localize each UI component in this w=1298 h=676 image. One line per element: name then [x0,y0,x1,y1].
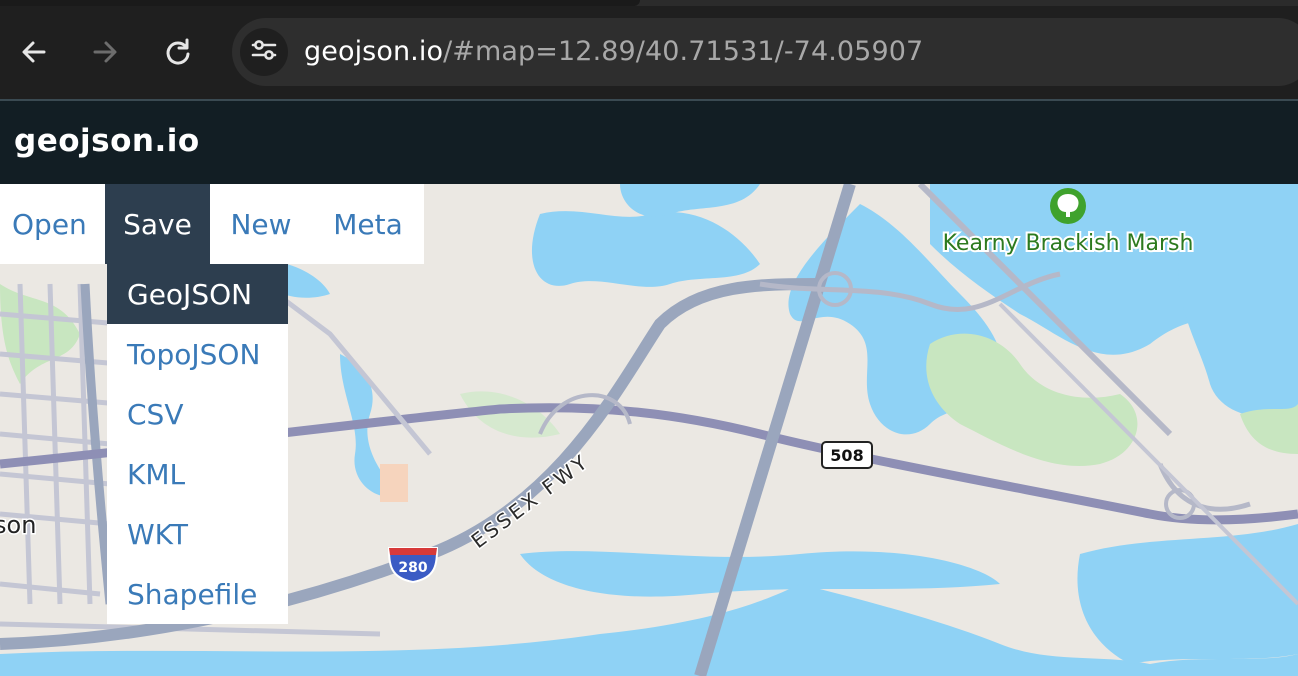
save-option-topojson[interactable]: TopoJSON [107,324,288,384]
app-title: geojson.io [14,123,200,159]
active-tab-edge [0,0,640,6]
route-508-label: 508 [830,446,863,465]
save-option-shapefile[interactable]: Shapefile [107,564,288,624]
tab-strip [0,0,1298,6]
commercial-block [380,464,408,502]
save-option-wkt[interactable]: WKT [107,504,288,564]
menu-save[interactable]: Save [105,184,210,264]
reload-icon [164,38,192,66]
park-label: Kearny Brackish Marsh [943,231,1194,256]
site-info-button[interactable] [240,28,288,76]
back-arrow-icon [20,38,48,66]
city-label: son [0,511,36,539]
save-dropdown: GeoJSON TopoJSON CSV KML WKT Shapefile [107,264,288,624]
interstate-280-label: 280 [398,560,427,576]
forward-arrow-icon [91,38,119,66]
back-button[interactable] [14,32,54,72]
url-path: /#map=12.89/40.71531/-74.05907 [443,36,924,67]
browser-toolbar: geojson.io/#map=12.89/40.71531/-74.05907 [0,0,1298,101]
menu-open[interactable]: Open [0,184,105,264]
interstate-shield-top [389,548,437,555]
menu-new[interactable]: New [210,184,312,264]
tree-icon-trunk [1066,210,1070,217]
save-option-csv[interactable]: CSV [107,384,288,444]
forward-button[interactable] [85,32,125,72]
address-bar[interactable]: geojson.io/#map=12.89/40.71531/-74.05907 [232,18,1298,86]
tree-icon-canopy [1057,194,1079,212]
menu-meta[interactable]: Meta [312,184,424,264]
url-host: geojson.io [304,36,444,67]
main-menu: Open Save New Meta [0,184,424,264]
reload-button[interactable] [158,32,198,72]
url-text[interactable]: geojson.io/#map=12.89/40.71531/-74.05907 [304,35,923,69]
save-option-kml[interactable]: KML [107,444,288,504]
app-header: geojson.io [0,101,1298,184]
save-option-geojson[interactable]: GeoJSON [107,264,288,324]
site-settings-icon [250,36,278,68]
